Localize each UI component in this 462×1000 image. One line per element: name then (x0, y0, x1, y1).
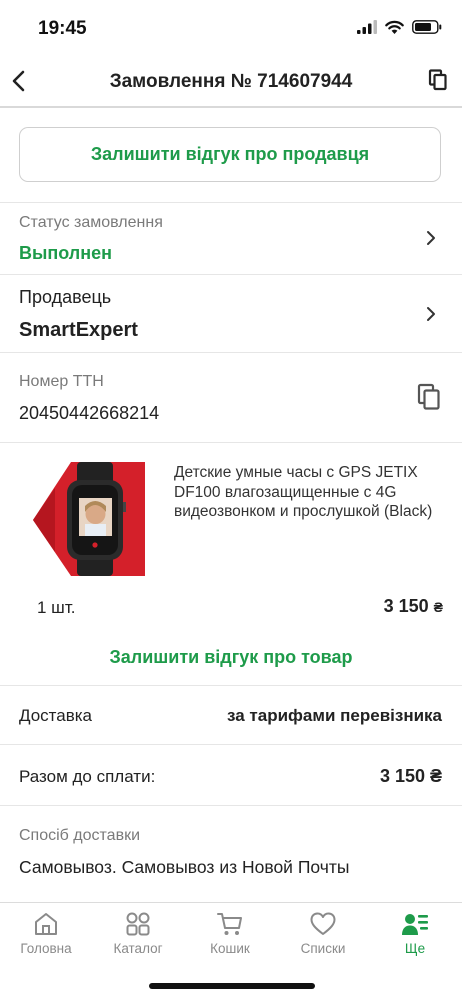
profile-menu-icon (402, 914, 428, 935)
nav-bar: Замовлення № 714607944 (0, 56, 462, 108)
wifi-icon (385, 20, 404, 34)
total-value: 3 150 ₴ (379, 766, 442, 786)
tab-lists[interactable]: Списки (283, 911, 363, 956)
page-title: Замовлення № 714607944 (109, 71, 353, 92)
ttn-label: Номер ТТН (19, 373, 104, 390)
tab-more-label: Ще (404, 941, 426, 956)
tab-cart-label: Кошик (210, 941, 250, 956)
leave-seller-review-button[interactable]: Залишити відгук про продавця (19, 127, 441, 182)
leave-product-review-button[interactable]: Залишити відгук про товар (0, 647, 462, 668)
tab-catalog-label: Каталог (113, 941, 163, 956)
seller-row[interactable]: Продавець SmartExpert (0, 275, 462, 351)
tab-lists-label: Списки (300, 941, 346, 956)
order-status-label: Статус замовлення (19, 214, 163, 231)
order-status-row[interactable]: Статус замовлення Выполнен (0, 203, 462, 273)
product-title[interactable]: Детские умные часы с GPS JETIX DF100 вла… (174, 463, 446, 522)
tab-home-label: Головна (20, 941, 72, 956)
product-quantity: 1 шт. (37, 598, 76, 617)
currency-symbol: ₴ (433, 599, 443, 615)
divider (0, 744, 462, 745)
smartwatch-image (33, 462, 145, 576)
divider (0, 442, 462, 443)
copy-icon[interactable] (428, 69, 448, 91)
chevron-right-icon (427, 307, 435, 321)
tab-more[interactable]: Ще (375, 911, 455, 956)
product-price-value: 3 150 (383, 596, 429, 616)
cart-icon (217, 913, 242, 935)
chevron-right-icon (427, 231, 435, 245)
delivery-value: за тарифами перевізника (227, 706, 442, 725)
heart-icon (310, 912, 336, 935)
product-price: 3 150 ₴ (384, 596, 443, 617)
total-label: Разом до сплати: (19, 767, 156, 786)
seller-label: Продавець (19, 287, 112, 307)
delivery-label: Доставка (19, 706, 93, 725)
delivery-method-value: Самовывоз. Самовывоз из Новой Почты (19, 857, 350, 877)
battery-icon (412, 20, 442, 34)
status-icons (357, 20, 442, 34)
tab-cart[interactable]: Кошик (190, 911, 270, 956)
status-time: 19:45 (38, 18, 87, 39)
signal-icon (357, 20, 377, 34)
order-status-value: Выполнен (19, 243, 112, 263)
delivery-method-label: Спосіб доставки (19, 827, 140, 844)
seller-name: SmartExpert (19, 319, 138, 341)
home-icon (35, 913, 57, 935)
divider (0, 685, 462, 686)
tab-home[interactable]: Головна (6, 911, 86, 956)
home-indicator (149, 983, 315, 989)
divider (0, 805, 462, 806)
tab-catalog[interactable]: Каталог (98, 911, 178, 956)
ttn-row: Номер ТТН 20450442668214 (0, 353, 462, 441)
ttn-value: 20450442668214 (19, 403, 160, 423)
copy-ttn-icon[interactable] (417, 383, 441, 411)
product-image[interactable] (33, 460, 145, 578)
status-bar: 19:45 (0, 0, 462, 56)
catalog-icon (126, 912, 150, 936)
